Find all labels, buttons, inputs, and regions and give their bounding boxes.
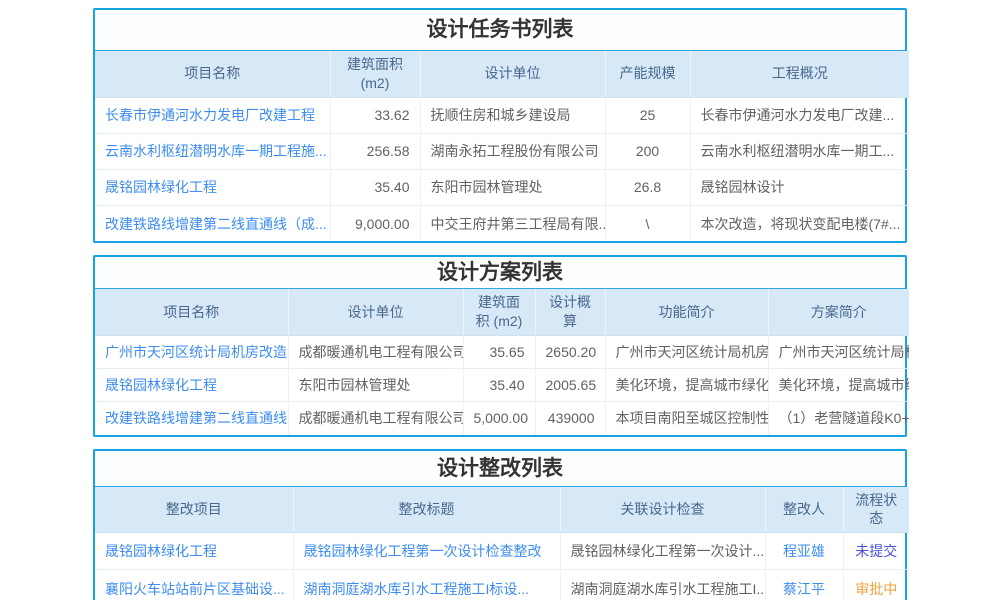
column-header-project-name: 项目名称 <box>95 289 288 335</box>
building-area-value: 256.58 <box>330 133 420 169</box>
table-row: 广州市天河区统计局机房改造... 成都暖通机电工程有限公司 35.65 2650… <box>95 336 909 369</box>
column-header-plan-intro: 方案简介 <box>768 289 909 335</box>
estimate-value: 2650.20 <box>535 336 605 369</box>
table-row: 长春市伊通河水力发电厂改建工程 33.62 抚顺住房和城乡建设局 25 长春市伊… <box>95 97 909 133</box>
table-row: 晟铭园林绿化工程 35.40 东阳市园林管理处 26.8 晟铭园林设计 <box>95 169 909 205</box>
column-header-related-design-check: 关联设计检查 <box>560 487 765 533</box>
overview-value: 本次改造，将现状变配电楼(7#... <box>690 205 909 241</box>
column-header-building-area: 建筑面积 (m2) <box>330 51 420 97</box>
status-badge: 审批中 <box>843 570 909 600</box>
table-row: 襄阳火车站站前片区基础设... 湖南洞庭湖水库引水工程施工I标设... 湖南洞庭… <box>95 570 909 600</box>
design-unit-value: 中交王府井第三工程局有限... <box>420 205 605 241</box>
column-header-rectifier: 整改人 <box>765 487 843 533</box>
design-task-list-panel: 设计任务书列表 项目名称 建筑面积 (m2) 设计单位 产能规模 工程概况 长春… <box>93 8 907 243</box>
column-header-function-intro: 功能简介 <box>605 289 768 335</box>
header-row: 整改项目 整改标题 关联设计检查 整改人 流程状态 <box>95 487 909 533</box>
related-check-value: 晟铭园林绿化工程第一次设计... <box>560 533 765 570</box>
column-header-design-estimate: 设计概算 <box>535 289 605 335</box>
project-link[interactable]: 晟铭园林绿化工程 <box>95 533 293 570</box>
rectifier-link[interactable]: 程亚雄 <box>765 533 843 570</box>
related-check-value: 湖南洞庭湖水库引水工程施工I... <box>560 570 765 600</box>
building-area-value: 35.40 <box>463 369 535 402</box>
status-badge: 未提交 <box>843 533 909 570</box>
capacity-value: \ <box>605 205 690 241</box>
function-intro-value: 美化环境，提高城市绿化... <box>605 369 768 402</box>
project-link[interactable]: 襄阳火车站站前片区基础设... <box>95 570 293 600</box>
capacity-value: 26.8 <box>605 169 690 205</box>
overview-value: 云南水利枢纽潜明水库一期工... <box>690 133 909 169</box>
table-row: 改建铁路线增建第二线直通线... 成都暖通机电工程有限公司 5,000.00 4… <box>95 402 909 435</box>
column-header-building-area: 建筑面积 (m2) <box>463 289 535 335</box>
estimate-value: 2005.65 <box>535 369 605 402</box>
table-row: 云南水利枢纽潜明水库一期工程施... 256.58 湖南永拓工程股份有限公司 2… <box>95 133 909 169</box>
design-unit-value: 成都暖通机电工程有限公司 <box>288 402 463 435</box>
column-header-design-unit: 设计单位 <box>420 51 605 97</box>
project-link[interactable]: 广州市天河区统计局机房改造... <box>95 336 288 369</box>
building-area-value: 35.40 <box>330 169 420 205</box>
rectification-title-link[interactable]: 湖南洞庭湖水库引水工程施工I标设... <box>293 570 560 600</box>
column-header-project-name: 项目名称 <box>95 51 330 97</box>
design-unit-value: 成都暖通机电工程有限公司 <box>288 336 463 369</box>
rectifier-link[interactable]: 蔡江平 <box>765 570 843 600</box>
design-task-table: 项目名称 建筑面积 (m2) 设计单位 产能规模 工程概况 长春市伊通河水力发电… <box>95 51 909 241</box>
capacity-value: 200 <box>605 133 690 169</box>
panel-title-design-tasks: 设计任务书列表 <box>95 10 905 51</box>
column-header-project-overview: 工程概况 <box>690 51 909 97</box>
column-header-design-unit: 设计单位 <box>288 289 463 335</box>
design-plan-table: 项目名称 设计单位 建筑面积 (m2) 设计概算 功能简介 方案简介 广州市天河… <box>95 289 909 434</box>
design-unit-value: 抚顺住房和城乡建设局 <box>420 97 605 133</box>
project-link[interactable]: 晟铭园林绿化工程 <box>95 169 330 205</box>
overview-value: 晟铭园林设计 <box>690 169 909 205</box>
function-intro-value: 本项目南阳至城区控制性... <box>605 402 768 435</box>
plan-intro-value: 美化环境，提高城市绿化... <box>768 369 909 402</box>
project-link[interactable]: 晟铭园林绿化工程 <box>95 369 288 402</box>
project-link[interactable]: 云南水利枢纽潜明水库一期工程施... <box>95 133 330 169</box>
header-row: 项目名称 设计单位 建筑面积 (m2) 设计概算 功能简介 方案简介 <box>95 289 909 335</box>
column-header-workflow-status: 流程状态 <box>843 487 909 533</box>
design-unit-value: 湖南永拓工程股份有限公司 <box>420 133 605 169</box>
table-row: 改建铁路线增建第二线直通线（成... 9,000.00 中交王府井第三工程局有限… <box>95 205 909 241</box>
rectification-title-link[interactable]: 晟铭园林绿化工程第一次设计检查整改 <box>293 533 560 570</box>
building-area-value: 9,000.00 <box>330 205 420 241</box>
panel-title-design-plans: 设计方案列表 <box>95 257 905 289</box>
plan-intro-value: 广州市天河区统计局机房... <box>768 336 909 369</box>
overview-value: 长春市伊通河水力发电厂改建... <box>690 97 909 133</box>
panel-title-design-rectifications: 设计整改列表 <box>95 451 905 487</box>
project-link[interactable]: 改建铁路线增建第二线直通线... <box>95 402 288 435</box>
estimate-value: 439000 <box>535 402 605 435</box>
page-content: 设计任务书列表 项目名称 建筑面积 (m2) 设计单位 产能规模 工程概况 长春… <box>93 8 907 600</box>
building-area-value: 35.65 <box>463 336 535 369</box>
design-plan-list-panel: 设计方案列表 项目名称 设计单位 建筑面积 (m2) 设计概算 功能简介 方案简… <box>93 255 907 436</box>
table-row: 晟铭园林绿化工程 晟铭园林绿化工程第一次设计检查整改 晟铭园林绿化工程第一次设计… <box>95 533 909 570</box>
project-link[interactable]: 长春市伊通河水力发电厂改建工程 <box>95 97 330 133</box>
design-unit-value: 东阳市园林管理处 <box>420 169 605 205</box>
project-link[interactable]: 改建铁路线增建第二线直通线（成... <box>95 205 330 241</box>
design-unit-value: 东阳市园林管理处 <box>288 369 463 402</box>
header-row: 项目名称 建筑面积 (m2) 设计单位 产能规模 工程概况 <box>95 51 909 97</box>
plan-intro-value: （1）老营隧道段K0+000... <box>768 402 909 435</box>
design-rectification-list-panel: 设计整改列表 整改项目 整改标题 关联设计检查 整改人 流程状态 晟铭园林绿化工… <box>93 449 907 600</box>
column-header-rectification-title: 整改标题 <box>293 487 560 533</box>
function-intro-value: 广州市天河区统计局机房... <box>605 336 768 369</box>
capacity-value: 25 <box>605 97 690 133</box>
building-area-value: 5,000.00 <box>463 402 535 435</box>
column-header-capacity-scale: 产能规模 <box>605 51 690 97</box>
building-area-value: 33.62 <box>330 97 420 133</box>
column-header-rectification-project: 整改项目 <box>95 487 293 533</box>
table-row: 晟铭园林绿化工程 东阳市园林管理处 35.40 2005.65 美化环境，提高城… <box>95 369 909 402</box>
design-rectification-table: 整改项目 整改标题 关联设计检查 整改人 流程状态 晟铭园林绿化工程 晟铭园林绿… <box>95 487 909 600</box>
